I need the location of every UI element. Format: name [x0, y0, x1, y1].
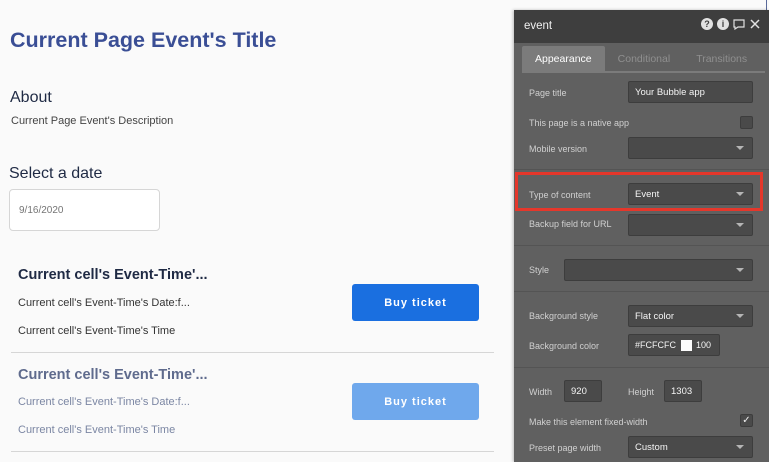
tab-conditional[interactable]: Conditional: [605, 46, 684, 71]
preset-width-value: Custom: [635, 441, 668, 453]
preset-width-dropdown[interactable]: Custom: [628, 436, 753, 458]
editor-tabs: Appearance Conditional Transitions: [522, 46, 760, 71]
background-style-value: Flat color: [635, 310, 675, 322]
tab-transitions[interactable]: Transitions: [683, 46, 760, 71]
cell-divider: [11, 451, 494, 452]
background-color-label: Background color: [529, 341, 600, 351]
highlight-box: [515, 172, 763, 211]
element-name[interactable]: event: [524, 20, 552, 32]
preset-width-label: Preset page width: [529, 443, 602, 453]
page-title-field[interactable]: Your Bubble app: [628, 81, 753, 103]
chevron-down-icon: [736, 445, 744, 449]
mobile-version-dropdown[interactable]: [628, 137, 753, 159]
background-style-label: Background style: [529, 311, 599, 321]
chevron-down-icon: [736, 223, 744, 227]
mobile-version-label: Mobile version: [529, 144, 588, 154]
cell-date: Current cell's Event-Time's Date:f...: [18, 297, 190, 309]
native-app-label: This page is a native app: [529, 118, 630, 128]
style-label: Style: [529, 265, 550, 275]
tab-underline: [522, 71, 765, 73]
backup-field-dropdown[interactable]: [628, 214, 753, 236]
fixed-width-checkbox[interactable]: ✓: [740, 414, 753, 427]
fixed-width-label: Make this element fixed-width: [529, 417, 648, 427]
tab-appearance[interactable]: Appearance: [522, 46, 605, 71]
info-icon[interactable]: i: [717, 18, 729, 30]
about-description: Current Page Event's Description: [11, 115, 174, 127]
cell-title: Current cell's Event-Time'...: [18, 367, 208, 383]
style-dropdown[interactable]: [564, 259, 753, 281]
page-title-value: Your Bubble app: [635, 86, 705, 98]
page-title-label: Page title: [529, 88, 567, 98]
background-color-hex: #FCFCFC: [635, 340, 676, 350]
height-value: 1303: [671, 385, 693, 397]
about-heading: About: [10, 89, 52, 106]
width-label: Width: [529, 387, 553, 397]
background-color-picker[interactable]: #FCFCFC 100: [628, 334, 720, 356]
editor-header[interactable]: event ? i: [514, 10, 769, 43]
cell-time: Current cell's Event-Time's Time: [18, 325, 176, 337]
backup-field-label: Backup field for URL: [529, 219, 612, 229]
background-opacity[interactable]: 100: [696, 340, 711, 350]
height-input[interactable]: 1303: [664, 380, 702, 402]
chevron-down-icon: [736, 146, 744, 150]
select-date-heading: Select a date: [9, 165, 103, 182]
width-input[interactable]: 920: [564, 380, 602, 402]
page-title: Current Page Event's Title: [10, 28, 277, 52]
comment-icon[interactable]: [733, 18, 745, 30]
width-value: 920: [571, 385, 587, 397]
native-app-checkbox[interactable]: [740, 116, 753, 129]
canvas-edge-line: [766, 0, 767, 10]
property-editor: event ? i Appearance Conditional Transit…: [514, 10, 769, 462]
height-label: Height: [628, 387, 655, 397]
color-swatch[interactable]: [681, 339, 692, 351]
buy-ticket-button[interactable]: Buy ticket: [352, 383, 479, 420]
date-input[interactable]: [9, 189, 160, 231]
chevron-down-icon: [736, 314, 744, 318]
help-icon[interactable]: ?: [701, 18, 713, 30]
section-divider: [514, 169, 769, 170]
buy-ticket-button[interactable]: Buy ticket: [352, 284, 479, 321]
section-divider: [514, 245, 769, 246]
cell-date: Current cell's Event-Time's Date:f...: [18, 396, 190, 408]
section-divider: [514, 367, 769, 368]
cell-divider: [11, 352, 494, 353]
chevron-down-icon: [736, 268, 744, 272]
background-style-dropdown[interactable]: Flat color: [628, 305, 753, 327]
section-divider: [514, 291, 769, 292]
cell-title: Current cell's Event-Time'...: [18, 267, 208, 283]
close-icon[interactable]: [749, 18, 761, 30]
cell-time: Current cell's Event-Time's Time: [18, 424, 176, 436]
